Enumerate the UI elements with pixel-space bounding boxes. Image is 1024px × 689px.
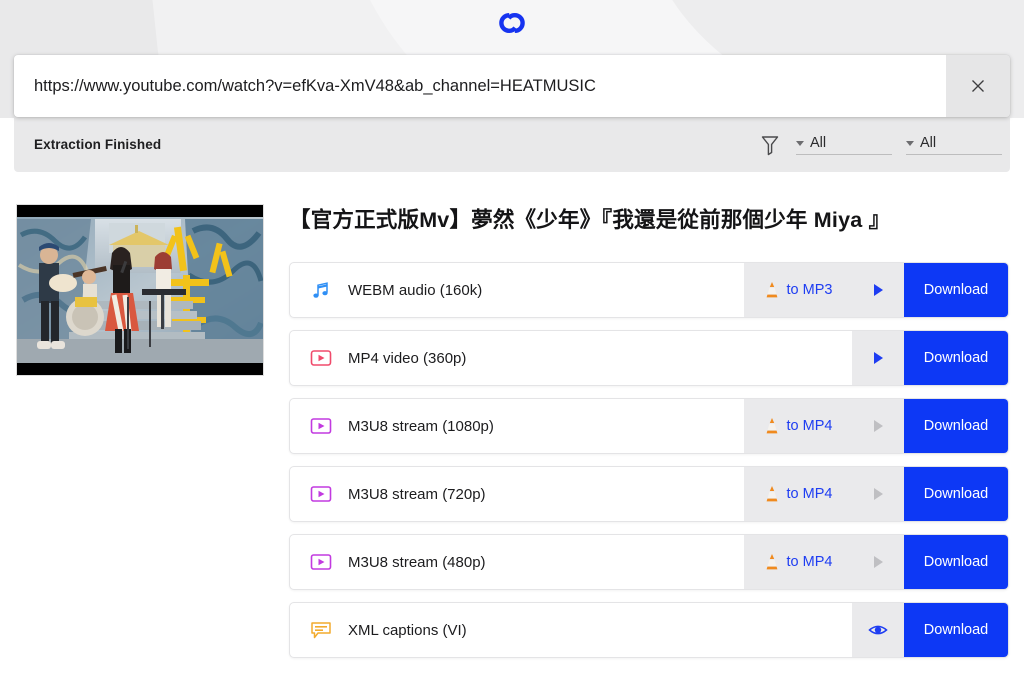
vlc-cone-icon	[766, 418, 777, 434]
convert-to-mp3-button[interactable]: to MP3	[744, 263, 852, 317]
video-purple-icon	[308, 551, 334, 573]
preview-captions-button[interactable]	[852, 603, 904, 657]
music-note-icon	[308, 279, 334, 301]
chevron-down-icon	[796, 140, 804, 146]
convert-label: to MP4	[786, 554, 833, 570]
vlc-cone-icon	[766, 486, 777, 502]
download-button[interactable]: Download	[904, 603, 1008, 657]
filter-group: All All	[760, 134, 1002, 156]
play-button-disabled	[852, 467, 904, 521]
download-options-list: WEBM audio (160k) to MP3 Download MP4 vi…	[289, 262, 1009, 670]
type-filter-select[interactable]: All	[796, 135, 892, 155]
chain-link-icon	[499, 12, 525, 34]
funnel-icon[interactable]	[760, 134, 780, 156]
url-input[interactable]	[14, 55, 946, 117]
convert-label: to MP3	[786, 282, 833, 298]
play-button-disabled	[852, 535, 904, 589]
play-button-disabled	[852, 399, 904, 453]
table-row: XML captions (VI) Download	[289, 602, 1009, 658]
play-icon	[874, 488, 883, 500]
convert-to-mp4-button[interactable]: to MP4	[744, 535, 852, 589]
video-title: 【官方正式版Mv】夢然《少年》『我還是從前那個少年 Miya 』	[289, 208, 891, 232]
row-main: M3U8 stream (1080p)	[290, 399, 744, 453]
captions-icon	[308, 619, 334, 641]
table-row: M3U8 stream (480p) to MP4 Download	[289, 534, 1009, 590]
quality-filter-value: All	[920, 134, 937, 151]
vlc-cone-icon	[766, 554, 777, 570]
download-button[interactable]: Download	[904, 399, 1008, 453]
table-row: MP4 video (360p) Download	[289, 330, 1009, 386]
quality-filter-select[interactable]: All	[906, 135, 1002, 155]
eye-icon	[868, 625, 888, 635]
clear-url-button[interactable]	[946, 55, 1010, 117]
play-icon	[874, 556, 883, 568]
video-purple-icon	[308, 415, 334, 437]
status-bar: Extraction Finished All All	[14, 117, 1010, 172]
play-icon	[874, 420, 883, 432]
row-label: XML captions (VI)	[348, 621, 467, 639]
app-window: Extraction Finished All All	[0, 0, 1024, 689]
play-icon	[874, 352, 883, 364]
type-filter-value: All	[810, 134, 827, 151]
row-label: WEBM audio (160k)	[348, 281, 483, 299]
vlc-cone-icon	[766, 282, 777, 298]
convert-to-mp4-button[interactable]: to MP4	[744, 399, 852, 453]
row-main: XML captions (VI)	[290, 603, 852, 657]
play-icon	[874, 284, 883, 296]
row-label: MP4 video (360p)	[348, 349, 467, 367]
chevron-down-icon	[906, 140, 914, 146]
row-label: M3U8 stream (720p)	[348, 485, 486, 503]
table-row: M3U8 stream (720p) to MP4 Download	[289, 466, 1009, 522]
play-button[interactable]	[852, 331, 904, 385]
app-logo	[0, 8, 1024, 38]
download-button[interactable]: Download	[904, 535, 1008, 589]
download-button[interactable]: Download	[904, 467, 1008, 521]
video-red-icon	[308, 347, 334, 369]
convert-to-mp4-button[interactable]: to MP4	[744, 467, 852, 521]
row-main: M3U8 stream (480p)	[290, 535, 744, 589]
download-button[interactable]: Download	[904, 331, 1008, 385]
play-button[interactable]	[852, 263, 904, 317]
table-row: M3U8 stream (1080p) to MP4 Download	[289, 398, 1009, 454]
thumbnail-image	[17, 205, 263, 375]
video-purple-icon	[308, 483, 334, 505]
row-label: M3U8 stream (1080p)	[348, 417, 494, 435]
row-main: WEBM audio (160k)	[290, 263, 744, 317]
convert-label: to MP4	[786, 418, 833, 434]
extraction-status-text: Extraction Finished	[34, 137, 162, 152]
row-label: M3U8 stream (480p)	[348, 553, 486, 571]
convert-label: to MP4	[786, 486, 833, 502]
table-row: WEBM audio (160k) to MP3 Download	[289, 262, 1009, 318]
row-main: MP4 video (360p)	[290, 331, 852, 385]
video-thumbnail[interactable]	[17, 205, 263, 375]
download-button[interactable]: Download	[904, 263, 1008, 317]
row-main: M3U8 stream (720p)	[290, 467, 744, 521]
url-bar	[14, 55, 1010, 117]
close-icon	[972, 80, 984, 92]
